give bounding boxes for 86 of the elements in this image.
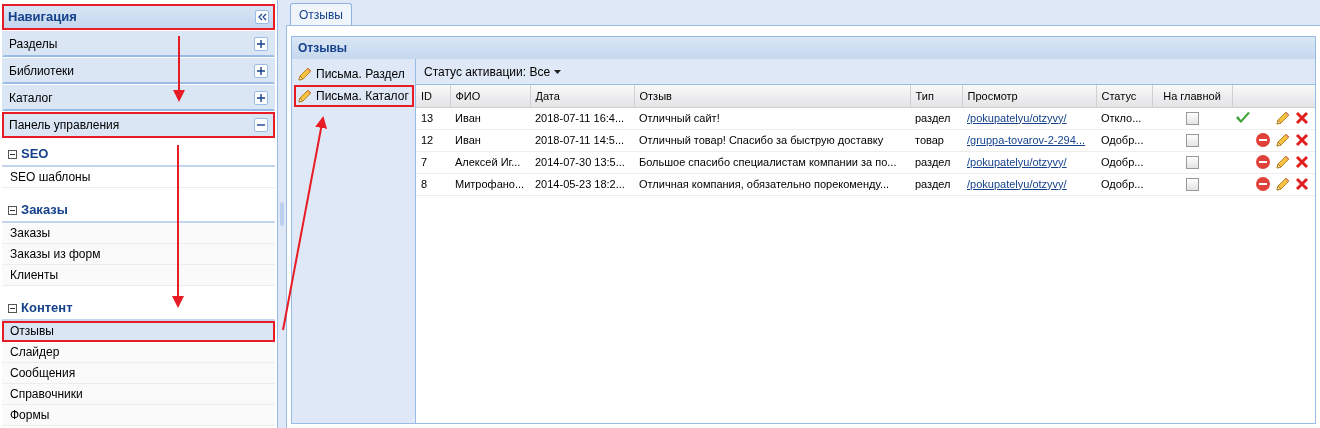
nav-item[interactable]: Клиенты — [2, 265, 275, 286]
pencil-icon[interactable] — [1275, 110, 1291, 126]
table-cell: Большое спасибо специалистам компании за по... — [639, 155, 897, 168]
annotation-arrow — [173, 35, 185, 102]
table-cell: 2014-07-30 13:5... — [535, 155, 625, 168]
table-cell: Отличный товар! Спасибо за быструю доставку — [639, 133, 884, 146]
table-cell: раздел — [915, 111, 951, 124]
nav-item[interactable]: Заказы из форм — [2, 244, 275, 265]
table-cell: 2014-05-23 18:2... — [535, 177, 625, 190]
delete-icon[interactable] — [1295, 133, 1309, 147]
link[interactable]: /gruppa-tovarov-2-294... — [967, 133, 1085, 146]
nav-item[interactable]: Сообщения — [2, 363, 275, 384]
table-cell: Одобр... — [1101, 155, 1144, 168]
navigation-title: Навигация — [8, 8, 77, 27]
tab[interactable]: Отзывы — [290, 3, 352, 25]
table-cell: Одобр... — [1101, 177, 1144, 190]
nav-item[interactable]: Заказы — [2, 223, 275, 244]
caret-icon — [554, 69, 562, 74]
minus-icon[interactable] — [254, 118, 268, 132]
minus-circle-icon[interactable] — [1255, 132, 1271, 148]
checkbox[interactable] — [1185, 134, 1199, 148]
column-header[interactable]: На главной — [1152, 85, 1232, 107]
table-cell: Откло... — [1101, 111, 1142, 124]
table-cell: товар — [915, 133, 944, 146]
pencil-icon[interactable] — [1275, 154, 1291, 170]
table-cell: Алексей Иг... — [455, 155, 521, 168]
filter-dropdown[interactable]: Статус активации: Все — [422, 62, 564, 81]
side-menu-item[interactable]: Письма. Раздел — [294, 63, 414, 85]
column-header[interactable]: Статус — [1096, 85, 1152, 107]
column-header[interactable]: ФИО — [450, 85, 530, 107]
link[interactable]: /pokupatelyu/otzyvy/ — [967, 177, 1067, 190]
accordion-section[interactable]: Каталог — [2, 85, 275, 111]
nav-item[interactable]: Слайдер — [2, 342, 275, 363]
table-cell: 13 — [421, 111, 434, 124]
table-cell: раздел — [915, 177, 951, 190]
table-cell: Митрофано... — [455, 177, 525, 190]
minus-circle-icon[interactable] — [1255, 176, 1271, 192]
link[interactable]: /pokupatelyu/otzyvy/ — [967, 111, 1067, 124]
side-menu-item[interactable]: Письма. Каталог — [294, 85, 414, 107]
checkbox[interactable] — [1185, 156, 1199, 170]
accordion-section[interactable]: Разделы — [2, 31, 275, 57]
table-cell: 8 — [421, 177, 428, 190]
table-cell: Иван — [455, 111, 481, 124]
collapse-icon[interactable] — [8, 149, 17, 159]
table-cell: раздел — [915, 155, 951, 168]
table-cell: Отличный сайт! — [639, 111, 720, 124]
link[interactable]: /pokupatelyu/otzyvy/ — [967, 155, 1067, 168]
accordion-section[interactable]: Панель управления — [2, 112, 275, 138]
nav-item[interactable]: Справочники — [2, 384, 275, 405]
checkbox[interactable] — [1185, 178, 1199, 192]
table-cell: Отличная компания, обязательно порекоменду... — [639, 177, 890, 190]
pencil-icon — [297, 66, 313, 82]
check-icon[interactable] — [1235, 111, 1251, 125]
table-cell: 2018-07-11 16:4... — [535, 111, 625, 124]
delete-icon[interactable] — [1295, 111, 1309, 125]
column-header[interactable]: Просмотр — [962, 85, 1096, 107]
table-cell: Иван — [455, 133, 481, 146]
collapse-icon[interactable] — [8, 205, 17, 215]
group-title: Контент — [21, 299, 73, 318]
table-cell: 2018-07-11 14:5... — [535, 133, 625, 146]
splitter-handle[interactable] — [280, 202, 284, 226]
table-cell: 12 — [421, 133, 434, 146]
table-cell: Одобр... — [1101, 133, 1144, 146]
plus-icon[interactable] — [254, 64, 268, 78]
group-title: SEO — [21, 145, 49, 164]
collapse-icon[interactable] — [8, 303, 17, 313]
plus-icon[interactable] — [254, 91, 268, 105]
table-cell: 7 — [421, 155, 428, 168]
minus-circle-icon[interactable] — [1255, 154, 1271, 170]
delete-icon[interactable] — [1295, 177, 1309, 191]
plus-icon[interactable] — [254, 37, 268, 51]
group-title: Заказы — [21, 201, 68, 220]
column-header[interactable]: Дата — [530, 85, 634, 107]
delete-icon[interactable] — [1295, 155, 1309, 169]
collapse-icon[interactable] — [255, 10, 269, 24]
nav-item[interactable]: Отзывы — [2, 321, 275, 342]
column-header[interactable]: ID — [416, 85, 450, 107]
column-header[interactable]: Тип — [910, 85, 962, 107]
pencil-icon — [297, 88, 313, 104]
pencil-icon[interactable] — [1275, 176, 1291, 192]
pencil-icon[interactable] — [1275, 132, 1291, 148]
accordion-section[interactable]: Библиотеки — [2, 58, 275, 84]
nav-item[interactable]: Формы — [2, 405, 275, 426]
panel-title: Отзывы — [292, 37, 1315, 59]
column-header[interactable]: Отзыв — [634, 85, 910, 107]
checkbox[interactable] — [1185, 112, 1199, 126]
